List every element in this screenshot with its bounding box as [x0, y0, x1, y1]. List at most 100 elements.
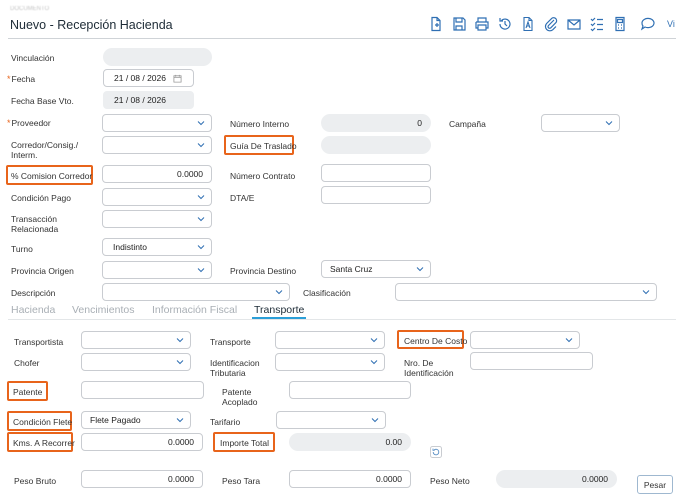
- identificacion-tributaria-label: Identificacion Tributaria: [210, 358, 260, 378]
- condicion-flete-label: Condición Flete: [13, 417, 73, 427]
- fecha-base-label: Fecha Base Vto.: [11, 96, 74, 106]
- chevron-down-icon: [370, 360, 378, 365]
- calendar-icon[interactable]: [173, 74, 182, 83]
- chevron-down-icon: [642, 290, 650, 295]
- comision-label: % Comision Corredor: [11, 171, 93, 181]
- transportista-select[interactable]: [81, 331, 191, 349]
- identificacion-label-line1: Identificacion: [210, 358, 260, 368]
- patente-acoplado-label-line2: Acoplado: [222, 397, 258, 407]
- pesar-button-label: Pesar: [643, 479, 667, 490]
- importe-total-value: 0.00: [385, 437, 402, 447]
- transportista-label: Transportista: [14, 337, 64, 347]
- patente-field[interactable]: [81, 381, 204, 399]
- comision-field[interactable]: 0.0000: [102, 165, 212, 183]
- peso-neto-field: 0.0000: [496, 470, 617, 488]
- peso-bruto-field[interactable]: 0.0000: [81, 470, 203, 488]
- condicion-pago-select[interactable]: [102, 188, 212, 206]
- chevron-down-icon: [416, 267, 424, 272]
- dta-field[interactable]: [321, 186, 431, 204]
- peso-neto-label: Peso Neto: [430, 476, 470, 486]
- guia-traslado-field[interactable]: [321, 136, 431, 154]
- guia-traslado-label: Guía De Traslado: [230, 141, 297, 151]
- header-subtitle: DOCUMENTO: [10, 6, 50, 12]
- chevron-down-icon: [197, 245, 205, 250]
- required-marker: *: [7, 118, 11, 128]
- attach-icon[interactable]: [543, 16, 559, 32]
- numero-interno-field: 0: [321, 114, 431, 132]
- vinculacion-label: Vinculación: [11, 53, 55, 63]
- tarifario-select[interactable]: [276, 411, 386, 429]
- nro-identificacion-label-line1: Nro. De: [404, 358, 434, 368]
- proveedor-label: Proveedor: [11, 118, 51, 128]
- transporte-select[interactable]: [275, 331, 385, 349]
- descripcion-select[interactable]: [102, 283, 290, 301]
- tab-hacienda[interactable]: Hacienda: [11, 304, 55, 316]
- corredor-select[interactable]: [102, 136, 212, 154]
- new-document-icon[interactable]: [428, 16, 444, 32]
- peso-tara-label: Peso Tara: [222, 476, 261, 486]
- chofer-label: Chofer: [14, 358, 40, 368]
- chevron-down-icon: [371, 418, 379, 423]
- pdf-icon[interactable]: [520, 16, 536, 32]
- chevron-down-icon: [176, 418, 184, 423]
- condicion-flete-select[interactable]: Flete Pagado: [81, 411, 191, 429]
- turno-select[interactable]: Indistinto: [102, 238, 212, 256]
- comision-value: 0.0000: [177, 169, 203, 179]
- calculator-icon[interactable]: [612, 16, 628, 32]
- descripcion-label: Descripción: [11, 288, 56, 298]
- provincia-origen-select[interactable]: [102, 261, 212, 279]
- print-icon[interactable]: [474, 16, 490, 32]
- peso-tara-field[interactable]: 0.0000: [289, 470, 411, 488]
- transaccion-label: Transacción Relacionada: [11, 214, 58, 234]
- nro-identificacion-label-line2: Identificación: [404, 368, 454, 378]
- history-icon[interactable]: [497, 16, 513, 32]
- proveedor-select[interactable]: [102, 114, 212, 132]
- fecha-value: 21 / 08 / 2026: [114, 73, 166, 83]
- campana-select[interactable]: [541, 114, 620, 132]
- tab-vencimientos[interactable]: Vencimientos: [72, 304, 134, 316]
- mail-icon[interactable]: [566, 16, 582, 32]
- chevron-down-icon: [565, 338, 573, 343]
- patente-acoplado-label-line1: Patente: [222, 387, 252, 397]
- pesar-button[interactable]: Pesar: [637, 475, 673, 494]
- chevron-down-icon: [176, 360, 184, 365]
- centro-costo-label: Centro De Costo: [404, 336, 468, 346]
- centro-costo-select[interactable]: [470, 331, 580, 349]
- tab-informacion-fiscal[interactable]: Información Fiscal: [152, 304, 237, 316]
- chevron-down-icon: [275, 290, 283, 295]
- fecha-field[interactable]: 21 / 08 / 2026: [103, 69, 194, 87]
- peso-tara-value: 0.0000: [376, 474, 402, 484]
- kms-recorrer-value: 0.0000: [168, 437, 194, 447]
- transaccion-select[interactable]: [102, 210, 212, 228]
- fecha-base-value: 21 / 08 / 2026: [114, 95, 166, 105]
- numero-interno-label: Número Interno: [230, 119, 290, 129]
- peso-neto-value: 0.0000: [582, 474, 608, 484]
- save-icon[interactable]: [451, 16, 467, 32]
- nro-identificacion-label: Nro. De Identificación: [404, 358, 454, 378]
- provincia-destino-select[interactable]: Santa Cruz: [321, 260, 431, 278]
- turno-label: Turno: [11, 244, 33, 254]
- more-button[interactable]: Vi: [667, 19, 675, 29]
- provincia-origen-label: Provincia Origen: [11, 266, 74, 276]
- kms-recorrer-field[interactable]: 0.0000: [81, 433, 203, 451]
- clasificacion-select[interactable]: [395, 283, 657, 301]
- chofer-select[interactable]: [81, 353, 191, 371]
- peso-bruto-value: 0.0000: [168, 474, 194, 484]
- numero-contrato-field[interactable]: [321, 164, 431, 182]
- refresh-icon[interactable]: [430, 446, 442, 458]
- condicion-flete-value: Flete Pagado: [90, 415, 141, 425]
- tab-transporte[interactable]: Transporte: [254, 304, 304, 316]
- identificacion-tributaria-select[interactable]: [275, 353, 385, 371]
- clasificacion-label: Clasificación: [303, 288, 351, 298]
- transporte-label: Transporte: [210, 337, 251, 347]
- turno-value: Indistinto: [113, 242, 148, 252]
- proveedor-label-wrap: *Proveedor: [7, 118, 51, 128]
- checklist-icon[interactable]: [589, 16, 605, 32]
- patente-acoplado-field[interactable]: [289, 381, 411, 399]
- comment-icon[interactable]: [640, 16, 656, 32]
- chevron-down-icon: [197, 268, 205, 273]
- chevron-down-icon: [197, 121, 205, 126]
- condicion-pago-label: Condición Pago: [11, 193, 72, 203]
- vinculacion-field[interactable]: [103, 48, 212, 66]
- nro-identificacion-field[interactable]: [470, 352, 593, 370]
